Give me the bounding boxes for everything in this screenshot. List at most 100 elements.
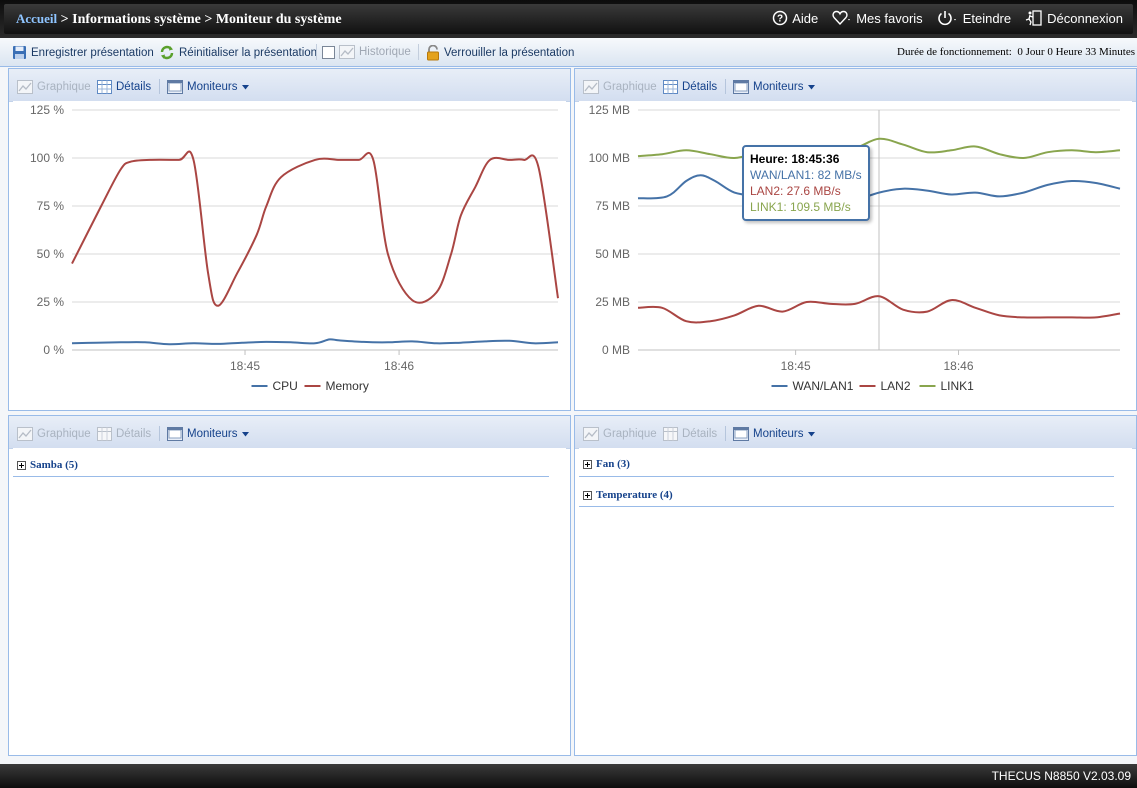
monitors-dropdown[interactable]: Moniteurs (733, 80, 815, 94)
graph-button[interactable]: Graphique (17, 80, 91, 94)
toolbar-separator (725, 79, 726, 94)
top-bar: Accueil > Informations système > Moniteu… (0, 0, 1137, 38)
lock-icon (427, 45, 439, 61)
tree-divider (579, 476, 1114, 477)
legend-label: LINK1 (941, 379, 975, 393)
monitors-label: Moniteurs (753, 81, 804, 93)
dropdown-arrow-icon (241, 431, 249, 436)
y-tick-label: 125 MB (589, 103, 630, 117)
tree-node-label: Samba (5) (30, 459, 78, 471)
monitors-dropdown[interactable]: Moniteurs (167, 427, 249, 441)
panel-toolbar: Graphique Détails Moniteurs (9, 69, 570, 102)
toolbar-separator (418, 44, 419, 60)
logout-button[interactable]: Déconnexion (1025, 10, 1123, 26)
history-checkbox[interactable] (322, 45, 335, 59)
graph-label: Graphique (603, 81, 657, 93)
save-layout-label: Enregistrer présentation (31, 46, 154, 59)
history-label: Historique (359, 46, 411, 58)
chart-icon (583, 80, 599, 94)
save-icon (13, 46, 26, 59)
monitors-dropdown[interactable]: Moniteurs (733, 427, 815, 441)
tooltip-time: Heure: 18:45:36 (750, 152, 840, 166)
breadcrumb: Accueil > Informations système > Moniteu… (16, 11, 342, 28)
lock-layout-button[interactable]: Verrouiller la présentation (426, 45, 574, 61)
chart-icon (17, 427, 33, 441)
panel-body: Fan (3) Temperature (4) (579, 448, 1132, 751)
monitors-label: Moniteurs (187, 81, 238, 93)
graph-button[interactable]: Graphique (583, 80, 657, 94)
breadcrumb-home-link[interactable]: Accueil (16, 11, 57, 26)
y-tick-label: 25 % (37, 295, 65, 309)
expand-icon[interactable] (583, 490, 592, 500)
details-button[interactable]: Détails (97, 80, 151, 94)
toolbar-separator (159, 426, 160, 441)
tree-node-temperature[interactable]: Temperature (4) (583, 489, 673, 501)
reset-layout-button[interactable]: Réinitialiser la présentation (159, 45, 317, 60)
tree-divider (13, 476, 549, 477)
save-layout-button[interactable]: Enregistrer présentation (12, 45, 154, 60)
y-tick-label: 75 % (37, 199, 65, 213)
favorites-button[interactable]: Mes favoris (832, 10, 923, 26)
dropdown-arrow-icon (241, 84, 249, 89)
panel-network: Graphique Détails Moniteurs 0 MB 25 MB 50 … (574, 68, 1137, 411)
y-tick-label: 125 % (30, 103, 64, 117)
power-icon (937, 11, 956, 26)
breadcrumb-path: > Informations système > Moniteur du sys… (57, 12, 342, 27)
graph-button[interactable]: Graphique (17, 427, 91, 441)
details-button[interactable]: Détails (97, 427, 151, 441)
monitor-icon (167, 80, 183, 94)
dropdown-arrow-icon (807, 431, 815, 436)
legend-label: CPU (273, 379, 298, 393)
monitor-icon (733, 427, 749, 441)
help-button[interactable]: ? Aide (772, 10, 818, 26)
details-button[interactable]: Détails (663, 80, 717, 94)
top-menu: ? Aide Mes favoris Eteindre Déconnexion (772, 10, 1123, 26)
panel-toolbar: Graphique Détails Moniteurs (575, 416, 1136, 449)
graph-button[interactable]: Graphique (583, 427, 657, 441)
toolbar-separator (725, 426, 726, 441)
details-button[interactable]: Détails (663, 427, 717, 441)
shutdown-button[interactable]: Eteindre (937, 10, 1011, 26)
panel-body: 0 MB 25 MB 50 MB 75 MB 100 MB 125 MB 18:45 18:4… (579, 101, 1132, 406)
shutdown-label: Eteindre (962, 10, 1012, 26)
tooltip-link1: LINK1: 109.5 MB/s (750, 200, 851, 214)
panel-samba: Graphique Détails Moniteurs Samba (5) (8, 415, 571, 756)
tooltip-lan2: LAN2: 27.6 MB/s (750, 184, 841, 198)
graph-label: Graphique (603, 428, 657, 440)
graph-label: Graphique (37, 428, 91, 440)
logout-label: Déconnexion (1047, 10, 1123, 26)
panel-cpu-memory: Graphique Détails Moniteurs 0 % 25 % 50 % 7… (8, 68, 571, 411)
table-icon (663, 80, 678, 94)
legend-label: Memory (326, 379, 369, 393)
x-tick-label: 18:46 (944, 359, 974, 373)
tree-node-samba[interactable]: Samba (5) (17, 459, 78, 471)
svg-text:?: ? (777, 14, 783, 25)
monitors-dropdown[interactable]: Moniteurs (167, 80, 249, 94)
reset-layout-label: Réinitialiser la présentation (179, 46, 318, 59)
footer: THECUS N8850 V2.03.09 (0, 764, 1137, 788)
y-tick-label: 25 MB (595, 295, 630, 309)
table-icon (663, 427, 678, 441)
monitors-label: Moniteurs (753, 428, 804, 440)
panel-toolbar: Graphique Détails Moniteurs (9, 416, 570, 449)
history-chart-icon (339, 45, 355, 59)
tree-node-label: Fan (3) (596, 458, 630, 470)
tooltip-wan: WAN/LAN1: 82 MB/s (750, 168, 862, 182)
details-label: Détails (682, 428, 718, 440)
table-icon (97, 80, 112, 94)
monitor-icon (733, 80, 749, 94)
legend-label: WAN/LAN1 (793, 379, 854, 393)
y-tick-label: 0 MB (602, 343, 630, 357)
top-bar-inner: Accueil > Informations système > Moniteu… (4, 4, 1133, 34)
graph-label: Graphique (37, 81, 91, 93)
series-line (71, 338, 559, 346)
uptime: Durée de fonctionnement: 0 Jour 0 Heure … (897, 46, 1135, 58)
expand-icon[interactable] (17, 460, 26, 470)
help-icon: ? (772, 10, 788, 26)
y-tick-label: 100 % (30, 151, 64, 165)
help-label: Aide (792, 10, 819, 26)
tree-node-fan[interactable]: Fan (3) (583, 458, 630, 470)
history-button[interactable]: Historique (322, 45, 411, 59)
heart-icon (832, 10, 851, 26)
expand-icon[interactable] (583, 459, 592, 469)
